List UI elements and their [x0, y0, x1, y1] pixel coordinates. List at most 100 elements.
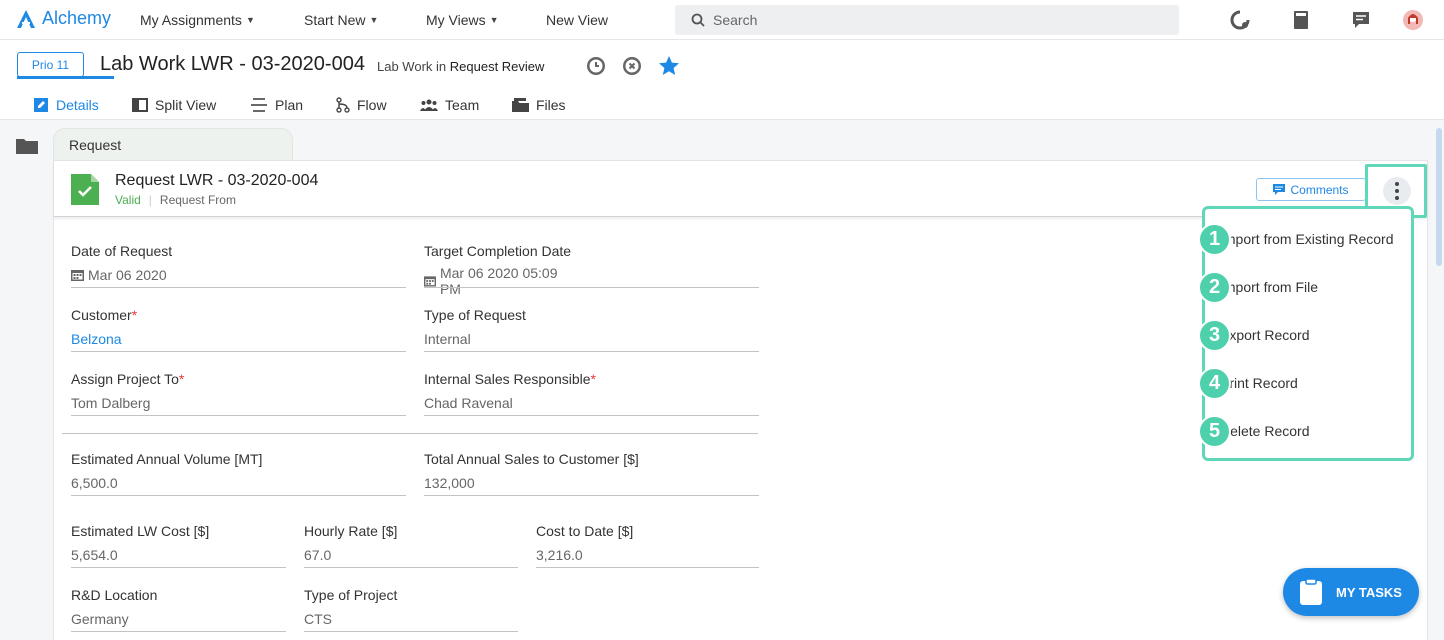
nav-label: My Assignments	[140, 12, 242, 28]
scrollbar[interactable]	[1436, 128, 1442, 266]
nav-label: My Views	[426, 12, 486, 28]
team-icon	[420, 99, 438, 111]
valid-document-icon	[71, 174, 99, 205]
menu-item-import-file[interactable]: 2 Import from File	[1198, 271, 1318, 304]
tab-split-view[interactable]: Split View	[132, 94, 216, 116]
field-underline	[304, 631, 518, 632]
folder-icon[interactable]	[16, 138, 38, 154]
tab-label: Flow	[357, 97, 387, 113]
nav-label: New View	[546, 12, 608, 28]
tab-flow[interactable]: Flow	[336, 94, 387, 116]
clipboard-icon	[1300, 579, 1322, 605]
tab-details[interactable]: Details	[33, 94, 99, 116]
field-value: 6,500.0	[71, 475, 118, 491]
notebook-icon[interactable]	[1291, 10, 1311, 30]
tab-files[interactable]: Files	[512, 94, 566, 116]
field-label: Type of Project	[304, 587, 398, 603]
menu-item-import-existing[interactable]: 1 Import from Existing Record	[1198, 223, 1394, 256]
tab-team[interactable]: Team	[420, 94, 479, 116]
field-value: 3,216.0	[536, 547, 583, 563]
card-meta: Valid | Request From	[115, 193, 236, 207]
field-estimated-lw-cost[interactable]: Estimated LW Cost [$] 5,654.0	[71, 523, 286, 568]
field-value[interactable]: Belzona	[71, 331, 122, 347]
alchemy-logo-icon	[17, 9, 35, 28]
field-target-completion-date[interactable]: Target Completion Date Mar 06 2020 05:09…	[424, 243, 759, 297]
menu-item-export-record[interactable]: 3 Export Record	[1198, 319, 1309, 352]
comments-label: Comments	[1290, 182, 1349, 197]
field-label: Target Completion Date	[424, 243, 572, 259]
field-underline	[304, 567, 518, 568]
field-label: Cost to Date [$]	[536, 523, 634, 539]
field-underline	[71, 567, 286, 568]
nav-my-views[interactable]: My Views ▼	[426, 12, 499, 28]
field-label: Date of Request	[71, 243, 173, 259]
menu-item-delete-record[interactable]: 5 Delete Record	[1198, 415, 1310, 448]
field-underline	[424, 351, 759, 352]
tab-label: Split View	[155, 97, 217, 113]
comment-icon	[1273, 184, 1286, 195]
time-tracker-icon[interactable]	[1230, 10, 1250, 30]
field-internal-sales-responsible[interactable]: Internal Sales Responsible* Chad Ravenal	[424, 371, 759, 416]
my-tasks-label: MY TASKS	[1336, 584, 1402, 600]
field-cost-to-date[interactable]: Cost to Date [$] 3,216.0	[536, 523, 759, 568]
field-label: Customer*	[71, 307, 138, 323]
field-label: Estimated Annual Volume [MT]	[71, 451, 263, 467]
user-avatar[interactable]	[1403, 10, 1423, 30]
field-value: Mar 06 2020 05:09 PM	[424, 265, 571, 297]
field-value: Chad Ravenal	[424, 395, 513, 411]
chevron-down-icon: ▼	[489, 15, 499, 25]
app-logo[interactable]: Alchemy	[16, 8, 111, 29]
field-rd-location[interactable]: R&D Location Germany	[71, 587, 286, 632]
field-assign-project-to[interactable]: Assign Project To* Tom Dalberg	[71, 371, 406, 416]
section-divider	[62, 433, 758, 434]
step-badge: 3	[1198, 319, 1231, 352]
record-title: Lab Work LWR - 03-2020-004	[100, 53, 365, 75]
step-badge: 1	[1198, 223, 1231, 256]
field-hourly-rate[interactable]: Hourly Rate [$] 67.0	[304, 523, 518, 568]
step-badge: 5	[1198, 415, 1231, 448]
tab-plan[interactable]: Plan	[250, 94, 303, 116]
my-tasks-button[interactable]: MY TASKS	[1283, 568, 1419, 616]
files-icon	[512, 98, 529, 112]
search-icon	[691, 13, 705, 27]
comments-button[interactable]: Comments	[1256, 178, 1366, 201]
field-type-of-project[interactable]: Type of Project CTS	[304, 587, 518, 632]
status-prefix: Lab Work in	[377, 59, 447, 74]
top-navigation-bar: Alchemy My Assignments ▼ Start New ▼ My …	[0, 0, 1444, 40]
calendar-icon	[71, 270, 84, 281]
active-tab-indicator	[17, 76, 114, 79]
record-header: Prio 11 Lab Work LWR - 03-2020-004 Lab W…	[0, 40, 1444, 120]
tab-label: Files	[536, 97, 566, 113]
field-underline	[71, 631, 286, 632]
menu-item-print-record[interactable]: 4 Print Record	[1198, 367, 1298, 400]
more-options-icon[interactable]	[1383, 177, 1411, 205]
section-tab-request[interactable]: Request	[53, 128, 293, 162]
search-input[interactable]: Search	[675, 5, 1179, 35]
step-badge: 4	[1198, 367, 1231, 400]
field-underline	[424, 495, 759, 496]
priority-badge[interactable]: Prio 11	[17, 52, 84, 77]
field-total-annual-sales[interactable]: Total Annual Sales to Customer [$] 132,0…	[424, 451, 759, 496]
field-customer[interactable]: Customer* Belzona	[71, 307, 406, 352]
star-icon[interactable]	[657, 54, 681, 78]
required-marker: *	[178, 371, 185, 387]
clock-icon[interactable]	[584, 54, 608, 78]
field-type-of-request[interactable]: Type of Request Internal	[424, 307, 759, 352]
nav-my-assignments[interactable]: My Assignments ▼	[140, 12, 255, 28]
separator: |	[148, 193, 152, 207]
tab-label: Plan	[275, 97, 304, 113]
nav-new-view[interactable]: New View	[546, 12, 608, 28]
tab-label: Team	[445, 97, 480, 113]
field-date-of-request[interactable]: Date of Request Mar 06 2020	[71, 243, 406, 288]
field-label: Internal Sales Responsible*	[424, 371, 596, 387]
field-underline	[536, 567, 759, 568]
chat-icon[interactable]	[1351, 10, 1371, 30]
source-label: Request From	[159, 193, 236, 207]
field-value: 132,000	[424, 475, 475, 491]
split-view-icon	[132, 98, 148, 112]
tab-label: Details	[56, 97, 99, 113]
timer-cancel-icon[interactable]	[620, 54, 644, 78]
nav-start-new[interactable]: Start New ▼	[304, 12, 378, 28]
required-marker: *	[131, 307, 138, 323]
field-estimated-annual-volume[interactable]: Estimated Annual Volume [MT] 6,500.0	[71, 451, 406, 496]
